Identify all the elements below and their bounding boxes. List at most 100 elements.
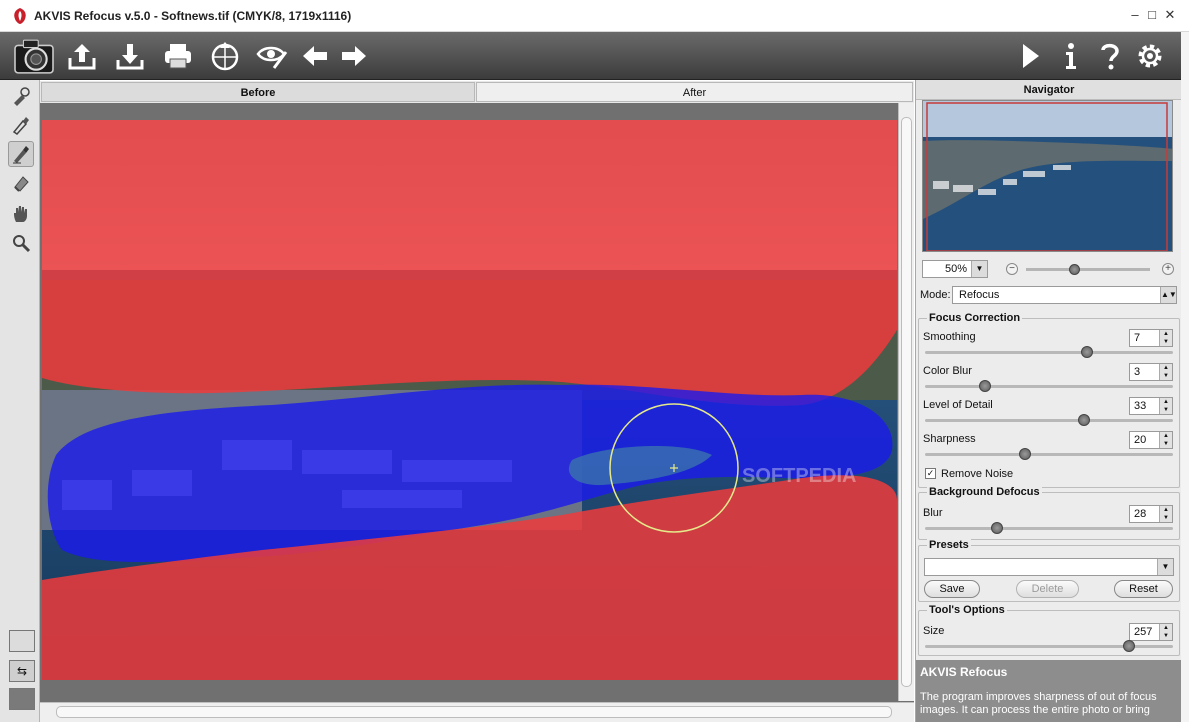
settings-button[interactable] bbox=[1132, 38, 1168, 74]
slider-knob[interactable] bbox=[1078, 414, 1091, 426]
smoothing-slider[interactable] bbox=[925, 346, 1173, 358]
horizontal-scrollbar[interactable] bbox=[40, 702, 914, 722]
size-label: Size bbox=[923, 625, 945, 637]
zoom-in-button[interactable]: + bbox=[1162, 263, 1174, 275]
slider-knob[interactable] bbox=[1080, 346, 1093, 358]
slider-knob[interactable] bbox=[1019, 448, 1032, 460]
zoom-select[interactable]: 50% ▼ bbox=[922, 260, 988, 278]
zoom-out-button[interactable]: − bbox=[1006, 263, 1018, 275]
softpedia-watermark: SOFTPEDIA bbox=[742, 465, 856, 487]
undo-button[interactable] bbox=[297, 38, 333, 74]
focus-brush-tool[interactable] bbox=[8, 83, 34, 109]
slider-knob[interactable] bbox=[1123, 640, 1136, 652]
zoom-icon bbox=[13, 235, 31, 253]
preview-button[interactable] bbox=[254, 38, 290, 74]
spin-arrows-icon[interactable]: ▲ ▼ bbox=[1159, 432, 1172, 448]
spin-arrows-icon[interactable]: ▲ ▼ bbox=[1159, 398, 1172, 414]
remove-noise-label: Remove Noise bbox=[941, 468, 1014, 480]
hand-tool[interactable] bbox=[8, 201, 34, 227]
slider-knob[interactable] bbox=[979, 380, 992, 392]
image-canvas[interactable]: SOFTPEDIA bbox=[42, 120, 897, 680]
help-panel: AKVIS Refocus The program improves sharp… bbox=[916, 660, 1182, 722]
spin-arrows-icon[interactable]: ▲ ▼ bbox=[1159, 364, 1172, 380]
window-title: AKVIS Refocus v.5.0 - Softnews.tif (CMYK… bbox=[34, 9, 352, 23]
eraser-tool[interactable] bbox=[8, 170, 34, 196]
background-color-icon[interactable] bbox=[9, 688, 35, 710]
help-title: AKVIS Refocus bbox=[920, 665, 1008, 679]
blur-slider[interactable] bbox=[925, 522, 1173, 534]
camera-button[interactable] bbox=[11, 36, 57, 76]
slider-knob[interactable] bbox=[991, 522, 1004, 534]
spin-arrows-icon[interactable]: ▲ ▼ bbox=[1159, 624, 1172, 640]
presets-select[interactable]: ▼ bbox=[924, 558, 1174, 576]
preview-eye-icon bbox=[256, 46, 288, 69]
vertical-scroll-thumb[interactable] bbox=[901, 117, 912, 687]
title-bar: AKVIS Refocus v.5.0 - Softnews.tif (CMYK… bbox=[0, 0, 1189, 32]
tab-before[interactable]: Before bbox=[41, 82, 475, 102]
background-defocus-title: Background Defocus bbox=[927, 486, 1042, 498]
presets-title: Presets bbox=[927, 539, 971, 551]
save-download-button[interactable] bbox=[112, 38, 148, 74]
remove-noise-checkbox[interactable]: ✓ bbox=[925, 468, 936, 479]
sharpness-slider[interactable] bbox=[925, 448, 1173, 460]
color-blur-value: 3 bbox=[1134, 366, 1141, 378]
mode-value: Refocus bbox=[959, 289, 1000, 301]
navigator-preview[interactable] bbox=[922, 100, 1173, 252]
sharpness-label: Sharpness bbox=[923, 433, 976, 445]
level-of-detail-label: Level of Detail bbox=[923, 399, 993, 411]
help-button[interactable] bbox=[1092, 38, 1128, 74]
minimize-button[interactable]: – bbox=[1126, 6, 1144, 24]
mode-select[interactable]: Refocus ▲▼ bbox=[952, 286, 1177, 304]
level-of-detail-slider[interactable] bbox=[925, 414, 1173, 426]
blur-spinbox[interactable]: 28 ▲ ▼ bbox=[1129, 505, 1173, 523]
hand-icon bbox=[14, 206, 27, 222]
chevron-down-icon[interactable]: ▼ bbox=[971, 261, 987, 277]
color-blur-spinbox[interactable]: 3 ▲ ▼ bbox=[1129, 363, 1173, 381]
mode-row: Mode: Refocus ▲▼ bbox=[920, 286, 1178, 306]
zoom-slider-track[interactable] bbox=[1026, 268, 1150, 271]
chevron-down-icon[interactable]: ▼ bbox=[1157, 559, 1173, 575]
run-play-icon bbox=[1023, 44, 1039, 68]
keep-mask-area bbox=[42, 120, 897, 406]
vertical-scrollbar[interactable] bbox=[898, 103, 914, 701]
swap-view-icon[interactable]: ⇆ bbox=[9, 660, 35, 682]
zoom-tool[interactable] bbox=[8, 230, 34, 256]
run-button[interactable] bbox=[1012, 38, 1048, 74]
smoothing-param: Smoothing 7 ▲ ▼ bbox=[919, 329, 1181, 363]
print-button[interactable] bbox=[160, 38, 196, 74]
spin-arrows-icon[interactable]: ▲ ▼ bbox=[1159, 506, 1172, 522]
share-button[interactable] bbox=[207, 38, 243, 74]
smoothing-value: 7 bbox=[1134, 332, 1141, 344]
sharpness-spinbox[interactable]: 20 ▲ ▼ bbox=[1129, 431, 1173, 449]
level-of-detail-spinbox[interactable]: 33 ▲ ▼ bbox=[1129, 397, 1173, 415]
open-upload-button[interactable] bbox=[64, 38, 100, 74]
redo-button[interactable] bbox=[336, 38, 372, 74]
settings-panel: Navigator 50% ▼ − + Mode: Refocus ▲▼ Foc… bbox=[915, 80, 1182, 722]
size-slider[interactable] bbox=[925, 640, 1173, 652]
tab-after[interactable]: After bbox=[476, 82, 913, 102]
print-icon bbox=[165, 44, 191, 69]
spin-arrows-icon[interactable]: ▲ ▼ bbox=[1159, 330, 1172, 346]
size-spinbox[interactable]: 257 ▲ ▼ bbox=[1129, 623, 1173, 641]
color-blur-slider[interactable] bbox=[925, 380, 1173, 392]
maximize-button[interactable]: □ bbox=[1143, 6, 1161, 24]
photo-preview: SOFTPEDIA bbox=[42, 120, 897, 680]
blur-label: Blur bbox=[923, 507, 943, 519]
background-brush-tool[interactable] bbox=[8, 112, 34, 138]
background-defocus-group: Background Defocus Blur 28 ▲ ▼ bbox=[918, 486, 1180, 540]
close-button[interactable]: ✕ bbox=[1161, 6, 1179, 24]
horizontal-scroll-thumb[interactable] bbox=[56, 706, 892, 718]
focus-correction-group: Focus Correction Smoothing 7 ▲ ▼ Color Blu… bbox=[918, 312, 1181, 488]
view-single-icon[interactable] bbox=[9, 630, 35, 652]
reset-preset-button[interactable]: Reset bbox=[1114, 580, 1173, 598]
smoothing-spinbox[interactable]: 7 ▲ ▼ bbox=[1129, 329, 1173, 347]
zoom-slider-knob[interactable] bbox=[1069, 264, 1080, 275]
share-icon bbox=[211, 42, 239, 71]
keep-brush-tool[interactable] bbox=[8, 141, 34, 167]
delete-preset-button[interactable]: Delete bbox=[1016, 580, 1079, 598]
chevron-down-icon[interactable]: ▲▼ bbox=[1160, 287, 1177, 303]
info-button[interactable] bbox=[1053, 38, 1089, 74]
save-preset-button[interactable]: Save bbox=[924, 580, 980, 598]
window-edge bbox=[1181, 32, 1189, 722]
info-icon bbox=[1066, 43, 1076, 69]
